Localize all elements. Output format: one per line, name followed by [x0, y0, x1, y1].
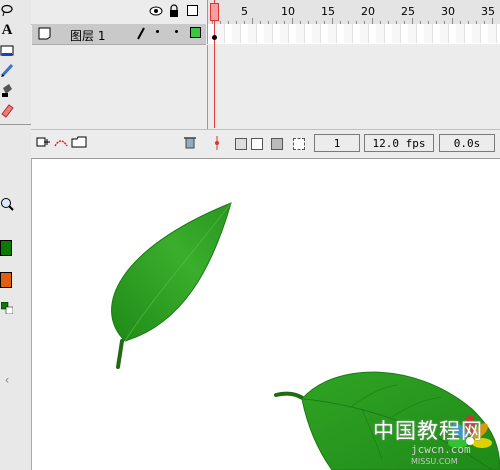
layer-row[interactable]: 图层 1	[32, 24, 206, 45]
ink-bottle-icon[interactable]	[0, 82, 14, 98]
timeline-bottom-bar: 1 12.0 fps 0.0s	[31, 129, 500, 158]
leaf-1-blade	[111, 202, 232, 342]
frame-number: 5	[241, 5, 248, 18]
fill-color-icon[interactable]	[0, 272, 12, 288]
lasso-icon[interactable]	[0, 2, 14, 18]
layer-icon	[38, 27, 51, 43]
watermark: 中国教程网 jcwcn.com MISSU.COM	[373, 413, 500, 470]
current-frame-field: 1	[314, 134, 360, 152]
collapse-icon[interactable]: ‹	[0, 372, 14, 388]
stroke-color-icon[interactable]	[0, 240, 12, 256]
edit-multiple-icon[interactable]	[271, 138, 283, 150]
pencil-edit-icon	[136, 26, 146, 43]
onion-outline-icon[interactable]	[251, 138, 263, 150]
zoom-icon[interactable]	[0, 196, 14, 212]
eye-icon[interactable]	[149, 5, 163, 20]
frames-row[interactable]	[207, 24, 500, 44]
layer-name[interactable]: 图层 1	[70, 27, 105, 44]
leaf-1-stem	[116, 339, 124, 369]
outline-icon[interactable]	[187, 5, 198, 16]
swap-colors-icon[interactable]	[0, 300, 14, 316]
frames-empty-area	[207, 45, 500, 129]
leaf-1[interactable]	[111, 202, 232, 369]
leaf-2-stem	[274, 391, 306, 401]
visibility-dot[interactable]	[156, 30, 159, 33]
outline-color-swatch[interactable]	[190, 27, 201, 38]
layer-header	[31, 0, 206, 25]
tools-panel: A ‹	[0, 0, 32, 470]
keyframe-marker	[212, 35, 217, 40]
delete-layer-icon[interactable]	[184, 135, 196, 152]
lock-icon[interactable]	[169, 4, 179, 21]
frame-number: 30	[441, 5, 455, 18]
frame-number: 35	[481, 5, 495, 18]
watermark-url: jcwcn.com	[411, 443, 471, 456]
frame-number: 10	[281, 5, 295, 18]
frame-rate-field[interactable]: 12.0 fps	[364, 134, 434, 152]
text-icon[interactable]: A	[0, 22, 14, 38]
center-frame-icon[interactable]	[212, 136, 222, 153]
rectangle-icon[interactable]	[0, 42, 14, 58]
playhead[interactable]	[210, 3, 219, 21]
pencil-icon[interactable]	[0, 62, 14, 78]
tools-divider	[0, 124, 31, 125]
frame-number: 20	[361, 5, 375, 18]
modify-markers-icon[interactable]	[293, 138, 305, 150]
insert-folder-icon[interactable]	[71, 135, 87, 151]
frame-number: 25	[401, 5, 415, 18]
eraser-icon[interactable]	[0, 102, 14, 118]
elapsed-time-field: 0.0s	[439, 134, 495, 152]
lock-dot[interactable]	[175, 30, 178, 33]
frame-cell[interactable]	[488, 24, 497, 43]
watermark-sub: MISSU.COM	[411, 457, 458, 466]
timeline-panel: 1 5 10 15 20 25 30 35 图层 1	[31, 0, 500, 159]
onion-skin-icon[interactable]	[235, 138, 247, 150]
watermark-title: 中国教程网	[373, 419, 483, 443]
layer-list-empty	[31, 45, 207, 129]
frame-number: 15	[321, 5, 335, 18]
frame-ruler: 1 5 10 15 20 25 30 35	[207, 0, 500, 25]
add-layer-icon[interactable]	[36, 136, 50, 151]
add-motion-guide-icon[interactable]	[53, 136, 69, 151]
